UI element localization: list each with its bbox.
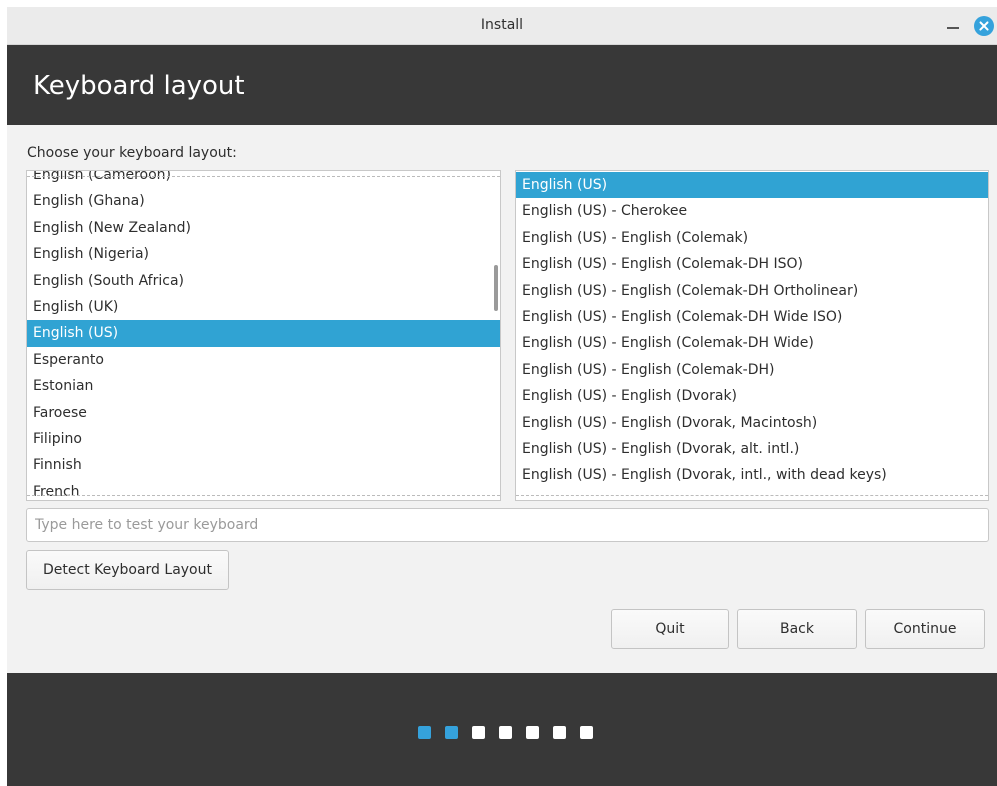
layout-list-item[interactable]: Estonian <box>27 373 500 399</box>
layout-list-item[interactable]: English (New Zealand) <box>27 215 500 241</box>
layout-list-item[interactable]: English (Nigeria) <box>27 241 500 267</box>
list-scroll-edge-bottom <box>516 495 988 496</box>
list-scroll-edge-top <box>27 176 500 177</box>
layout-list-item[interactable]: Esperanto <box>27 347 500 373</box>
variant-list-item[interactable]: English (US) - Cherokee <box>516 198 988 224</box>
progress-indicator <box>418 726 593 739</box>
variant-list-item[interactable]: English (US) - English (Dvorak) <box>516 383 988 409</box>
progress-step-dot <box>418 726 431 739</box>
progress-step-dot <box>472 726 485 739</box>
progress-step-dot <box>499 726 512 739</box>
layout-list-item[interactable]: English (Ghana) <box>27 188 500 214</box>
layout-list-item[interactable]: English (US) <box>27 320 500 347</box>
layout-list-item[interactable]: Filipino <box>27 426 500 452</box>
detect-keyboard-layout-button[interactable]: Detect Keyboard Layout <box>26 550 229 590</box>
keyboard-variant-list[interactable]: English (US) English (US) - Cherokee Engli… <box>515 170 989 501</box>
layout-prompt-label: Choose your keyboard layout: <box>27 145 237 161</box>
minimize-icon[interactable] <box>947 27 959 29</box>
layout-list-item[interactable]: Faroese <box>27 400 500 426</box>
layout-list-item[interactable]: Finnish <box>27 452 500 478</box>
variant-list-item[interactable]: English (US) - English (Colemak-DH Wide) <box>516 330 988 356</box>
quit-button[interactable]: Quit <box>611 609 729 649</box>
back-button[interactable]: Back <box>737 609 857 649</box>
layout-list-item[interactable]: English (South Africa) <box>27 268 500 294</box>
layout-list-item[interactable]: French <box>27 479 500 500</box>
variant-list-item[interactable]: English (US) - English (Colemak-DH Wide … <box>516 304 988 330</box>
layout-list-scrollbar[interactable] <box>494 265 498 311</box>
variant-list-item[interactable]: English (US) - English (Colemak) <box>516 225 988 251</box>
progress-step-dot <box>445 726 458 739</box>
page-header: Keyboard layout <box>7 45 997 125</box>
progress-step-dot <box>526 726 539 739</box>
variant-list-item[interactable]: English (US) - English (Colemak-DH ISO) <box>516 251 988 277</box>
progress-footer <box>7 673 997 786</box>
page-title: Keyboard layout <box>33 71 245 101</box>
installer-window: Install Keyboard layout Choose your keyb… <box>7 7 997 786</box>
variant-list-item[interactable]: English (US) <box>516 172 988 199</box>
variant-list-item[interactable]: English (US) - English (Colemak-DH Ortho… <box>516 278 988 304</box>
progress-step-dot <box>580 726 593 739</box>
variant-list-item[interactable]: English (US) - English (Colemak-DH) <box>516 357 988 383</box>
variant-list-item[interactable]: English (US) - English (Dvorak, intl., w… <box>516 462 988 488</box>
variant-list-item[interactable]: English (US) - English (Dvorak, alt. int… <box>516 436 988 462</box>
layout-list-item[interactable]: English (UK) <box>27 294 500 320</box>
title-bar: Install <box>7 7 997 45</box>
progress-step-dot <box>553 726 566 739</box>
keyboard-test-input[interactable] <box>26 508 989 542</box>
window-title: Install <box>480 17 524 33</box>
layout-list-item[interactable]: English (Cameroon) <box>27 171 500 188</box>
close-icon[interactable] <box>974 16 994 36</box>
list-scroll-edge-bottom <box>27 495 500 496</box>
keyboard-layout-list[interactable]: English (Cameroon) English (Ghana) English… <box>26 170 501 501</box>
variant-list-item[interactable]: English (US) - English (Dvorak, Macintos… <box>516 410 988 436</box>
continue-button[interactable]: Continue <box>865 609 985 649</box>
